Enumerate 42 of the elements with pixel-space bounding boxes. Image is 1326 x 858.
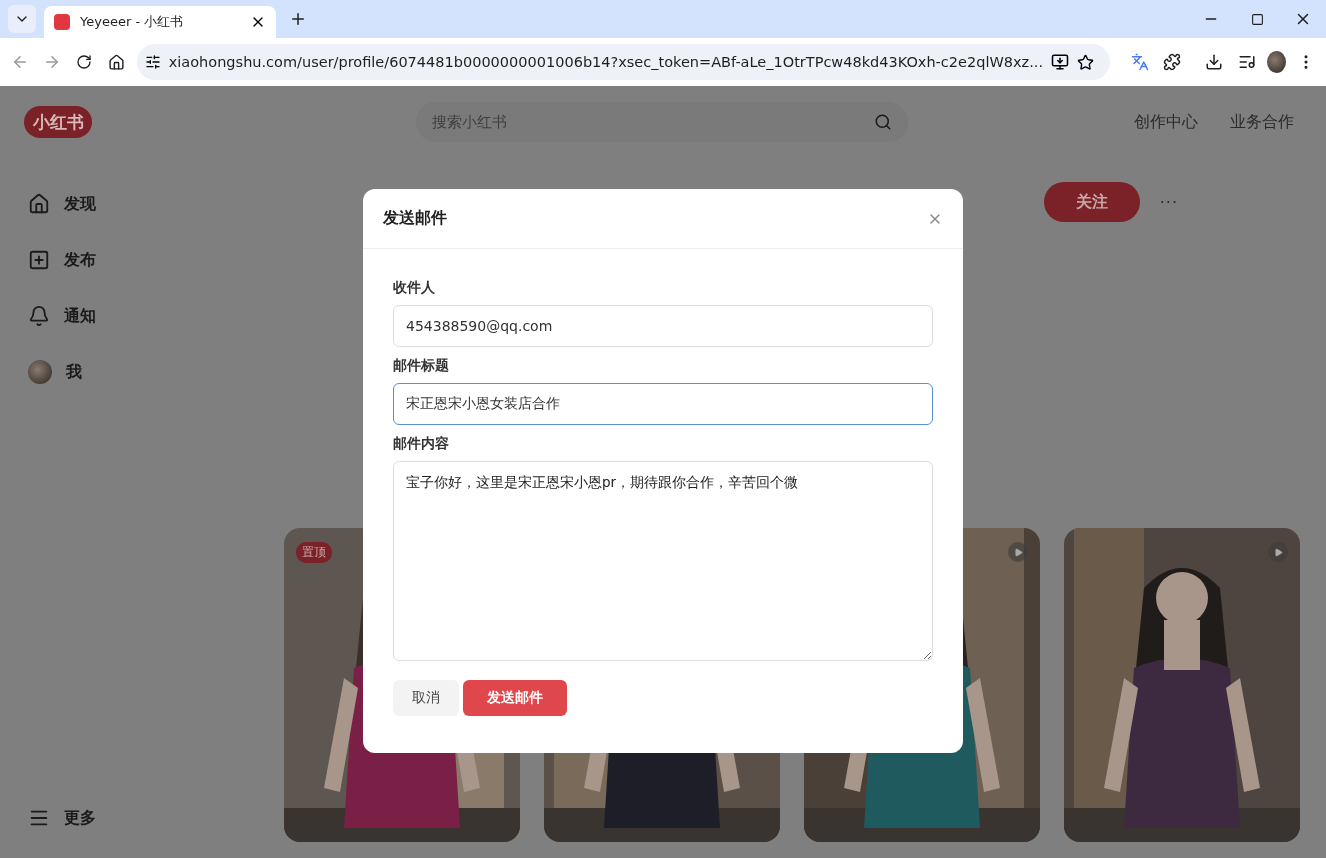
- home-icon[interactable]: [108, 53, 126, 71]
- sidebar-item[interactable]: 发布: [24, 238, 216, 282]
- header-link[interactable]: 创作中心: [1134, 111, 1198, 133]
- field-label: 邮件内容: [393, 435, 450, 453]
- input-field[interactable]: 宋正恩宋小恩女装店合作: [393, 383, 933, 425]
- bell-icon: [28, 305, 50, 327]
- field-label: 收件人: [393, 279, 436, 297]
- input-field[interactable]: 454388590@qq.com: [393, 305, 933, 347]
- favicon-icon: [54, 14, 70, 30]
- browser-tab[interactable]: Yeyeeer - 小红书: [44, 6, 276, 38]
- sidebar-item[interactable]: 我: [24, 350, 216, 394]
- send-button[interactable]: 发送邮件: [463, 680, 567, 716]
- puzzle-icon[interactable]: [1163, 53, 1182, 71]
- install-icon[interactable]: [1051, 53, 1069, 71]
- header-link[interactable]: 业务合作: [1230, 111, 1294, 133]
- tab-title: Yeyeeer - 小红书: [80, 13, 185, 31]
- message-field[interactable]: 宝子你好，这里是宋正恩宋小恩pr，期待跟你合作，辛苦回个微: [393, 461, 933, 661]
- download-icon[interactable]: [1205, 53, 1224, 71]
- field-label: 邮件标题: [393, 357, 450, 375]
- sidebar-item[interactable]: 发现: [24, 182, 216, 226]
- profile-avatar[interactable]: [1266, 51, 1286, 73]
- playlist-icon[interactable]: [1237, 53, 1256, 71]
- bookmark-icon[interactable]: [1077, 53, 1094, 71]
- home-icon: [28, 193, 50, 215]
- search-field[interactable]: 搜索小红书: [416, 102, 908, 142]
- cancel-button[interactable]: 取消: [393, 680, 459, 716]
- reload-icon[interactable]: [76, 54, 93, 70]
- tab-list-button[interactable]: [8, 5, 36, 33]
- logo[interactable]: 小红书: [24, 106, 92, 138]
- follow-button[interactable]: 关注: [1043, 182, 1140, 222]
- more-button[interactable]: ···: [1159, 192, 1178, 212]
- translate-icon[interactable]: [1131, 53, 1150, 71]
- search-icon[interactable]: [874, 113, 892, 131]
- dialog-title: 发送邮件: [383, 208, 447, 229]
- avatar: [28, 360, 52, 384]
- sidebar-item[interactable]: 通知: [24, 294, 216, 338]
- address-bar[interactable]: xiaohongshu.com/user/profile/6074481b0000000001006b14?xsec_token=ABf-aLe_1OtrTPcw48kd43KOxh-c2e2qlW8xz...: [136, 44, 1110, 80]
- site-settings-icon[interactable]: [144, 54, 161, 70]
- more-menu[interactable]: 更多: [24, 798, 216, 838]
- add-icon: [28, 249, 50, 271]
- new-tab-icon[interactable]: [289, 10, 307, 28]
- maximize-icon[interactable]: [1250, 12, 1264, 26]
